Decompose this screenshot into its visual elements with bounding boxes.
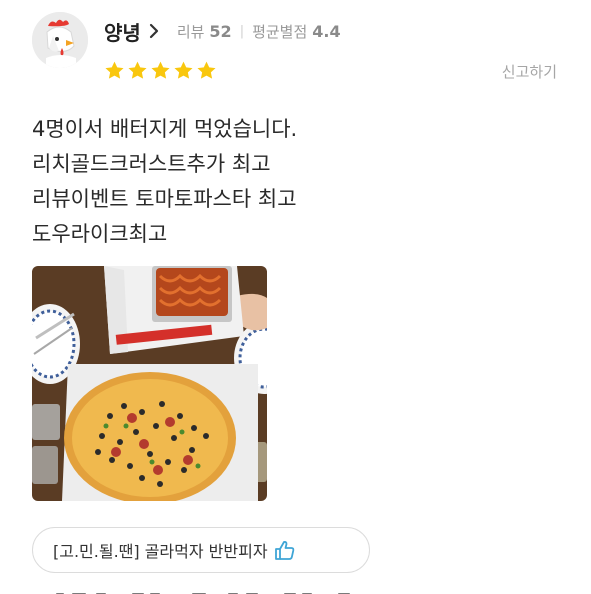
star-icon <box>128 61 147 79</box>
review-line: 도우라이크최고 <box>32 222 168 246</box>
review-count: 52 <box>209 21 232 41</box>
pizza-photo-image <box>32 266 267 501</box>
review-count-label: 리뷰 <box>176 22 205 41</box>
ordered-menu-chip[interactable]: [고.민.될.땐] 골라먹자 반반피자 <box>32 527 370 573</box>
star-icon <box>105 61 124 79</box>
review-line: 4명이서 배터지게 먹었습니다. <box>32 117 298 141</box>
menu-item-name: [고.민.될.땐] 골라먹자 반반피자 <box>53 542 268 561</box>
star-icon <box>174 61 193 79</box>
review-line: 리뷰이벤트 토마토파스타 최고 <box>32 187 297 211</box>
avg-rating: 4.4 <box>312 21 341 41</box>
rating-stars <box>104 60 217 81</box>
clipped-next-content <box>32 582 362 594</box>
avatar[interactable] <box>32 12 88 68</box>
report-button[interactable]: 신고하기 <box>502 61 557 82</box>
star-icon <box>197 61 216 79</box>
star-icon <box>151 61 170 79</box>
divider: | <box>239 23 245 39</box>
thumbs-up-icon <box>274 541 294 560</box>
review-text: 4명이서 배터지게 먹었습니다. 리치골드크러스트추가 최고 리뷰이벤트 토마토… <box>32 112 552 252</box>
avg-rating-label: 평균별점 <box>252 22 308 41</box>
reviewer-nickname[interactable]: 양녕 <box>104 17 141 46</box>
clipped-text-fragment <box>56 593 350 594</box>
chevron-right-icon[interactable] <box>149 23 159 39</box>
review-photo[interactable] <box>32 266 267 501</box>
reviewer-info: 양녕 리뷰 52 | 평균별점 4.4 <box>104 16 341 46</box>
review-line: 리치골드크러스트추가 최고 <box>32 152 271 176</box>
chicken-avatar-image <box>32 12 88 68</box>
